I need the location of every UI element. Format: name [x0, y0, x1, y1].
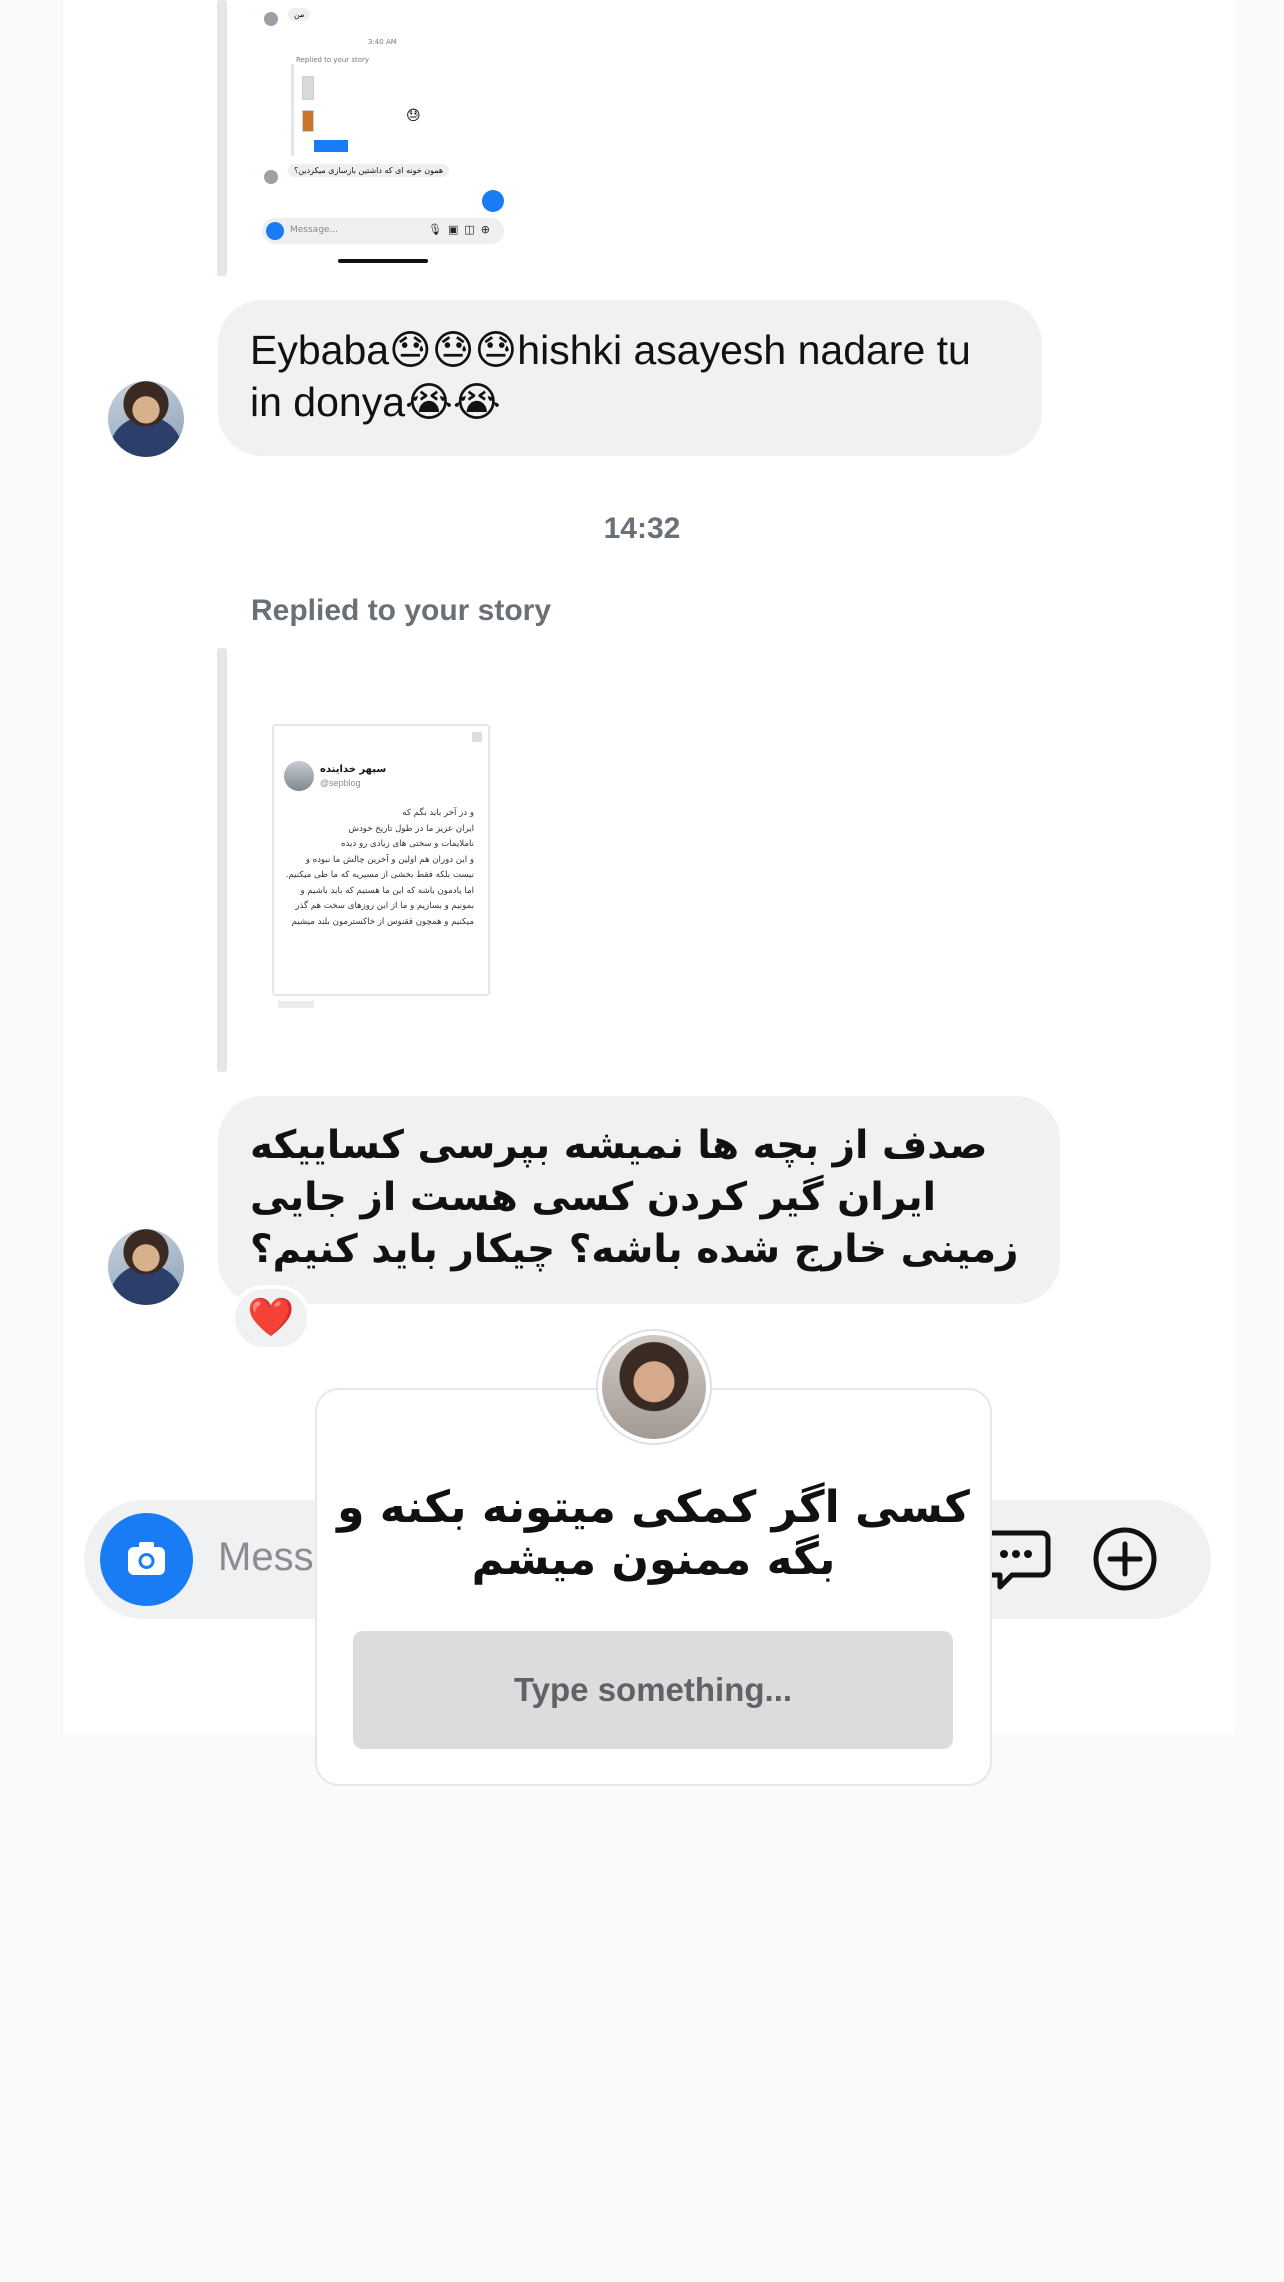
- camera-icon: [128, 1542, 165, 1575]
- story-line: نیست بلکه فقط بخشی از مسیریه که ما طی می…: [285, 870, 474, 880]
- sender-avatar[interactable]: [108, 1229, 184, 1305]
- story-line: میکنیم و همچون ققنوس از خاکسترمون بلند م…: [291, 916, 474, 927]
- nested-screenshot[interactable]: من 3:40 AM Replied to your story 😓 همون …: [250, 0, 510, 270]
- sender-avatar[interactable]: [108, 381, 184, 457]
- timestamp: 14:32: [603, 512, 681, 545]
- nested-sent-indicator: [482, 190, 504, 212]
- plus-circle-icon: [1093, 1527, 1157, 1591]
- nested-thumbnail: [302, 76, 314, 100]
- add-button[interactable]: [1085, 1519, 1165, 1599]
- nested-composer: Message... 🎙▣◫⊕: [262, 218, 504, 244]
- message-bubble[interactable]: Eybaba😓😓😓hishki asayesh nadare tu in don…: [218, 300, 1042, 456]
- story-author-name: سپهر خداینده: [320, 764, 387, 775]
- nested-bubble-top: من: [288, 8, 311, 21]
- nested-emoji: 😓: [406, 108, 421, 124]
- nested-thumbnail: [314, 140, 348, 152]
- nested-composer-icons: 🎙▣◫⊕: [428, 223, 496, 236]
- popup-avatar: [598, 1331, 710, 1443]
- nested-avatar: [264, 12, 278, 26]
- story-tag: [278, 1001, 314, 1008]
- story-corner-icon: [472, 732, 482, 742]
- story-line: بمونیم و بسازیم و ما از این روزهای سخت ه…: [295, 901, 474, 911]
- replied-to-story-label: Replied to your story: [251, 594, 552, 627]
- message-bubble[interactable]: صدف از بچه ها نمیشه بپرسی کساییکه ایران …: [218, 1096, 1060, 1304]
- story-author-avatar: [284, 761, 314, 791]
- message-input-placeholder[interactable]: Mess: [218, 1535, 314, 1580]
- nested-thumbnail: [302, 110, 314, 132]
- story-text: و در آخر باید بگم که ایران عزیز ما در طو…: [278, 806, 474, 930]
- nested-home-indicator: [338, 259, 428, 263]
- story-line: ایران عزیز ما در طول تاریخ خودش: [348, 823, 474, 834]
- nested-composer-placeholder: Message...: [290, 225, 339, 235]
- nested-avatar: [264, 170, 278, 184]
- quote-bar-top: [217, 0, 227, 276]
- popup-reply-input[interactable]: Type something...: [353, 1631, 953, 1749]
- popup-prompt-text: کسی اگر کمکی میتونه بکنه و بگه ممنون میش…: [337, 1482, 970, 1585]
- story-line: ناملایمات و سختی های زیادی رو دیده: [341, 839, 474, 849]
- story-line: و در آخر باید بگم که: [402, 808, 474, 818]
- nested-camera-icon: [266, 222, 284, 240]
- nested-quote-bar: [291, 64, 294, 156]
- nested-bubble-bottom: همون خونه ای که داشتین بازسازی میکردین؟: [288, 164, 450, 177]
- quote-bar: [217, 648, 227, 1072]
- story-line: و این دوران هم اولین و آخرین چالش ما نبو…: [305, 854, 474, 865]
- heart-reaction[interactable]: ❤️: [231, 1285, 311, 1351]
- nested-time: 3:40 AM: [368, 38, 397, 46]
- camera-button[interactable]: [100, 1513, 193, 1606]
- story-thumbnail[interactable]: سپهر خداینده @sepblog و در آخر باید بگم …: [272, 724, 490, 996]
- story-author-handle: @sepblog: [320, 778, 361, 788]
- story-line: اما یادمون باشه که این ما هستیم که باید …: [300, 885, 474, 896]
- nested-replied-label: Replied to your story: [296, 56, 370, 64]
